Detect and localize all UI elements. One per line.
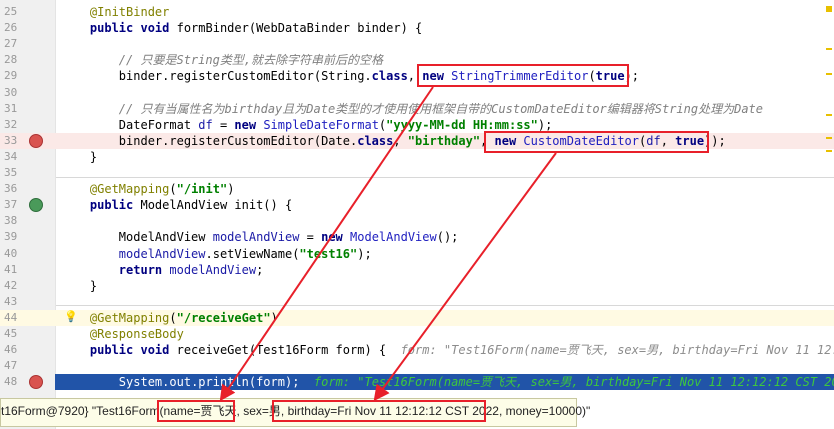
arrow-date-editor-to-birthday [373, 152, 557, 402]
arrow-trimmer-to-name [219, 86, 434, 402]
annotation-arrows [219, 86, 557, 402]
